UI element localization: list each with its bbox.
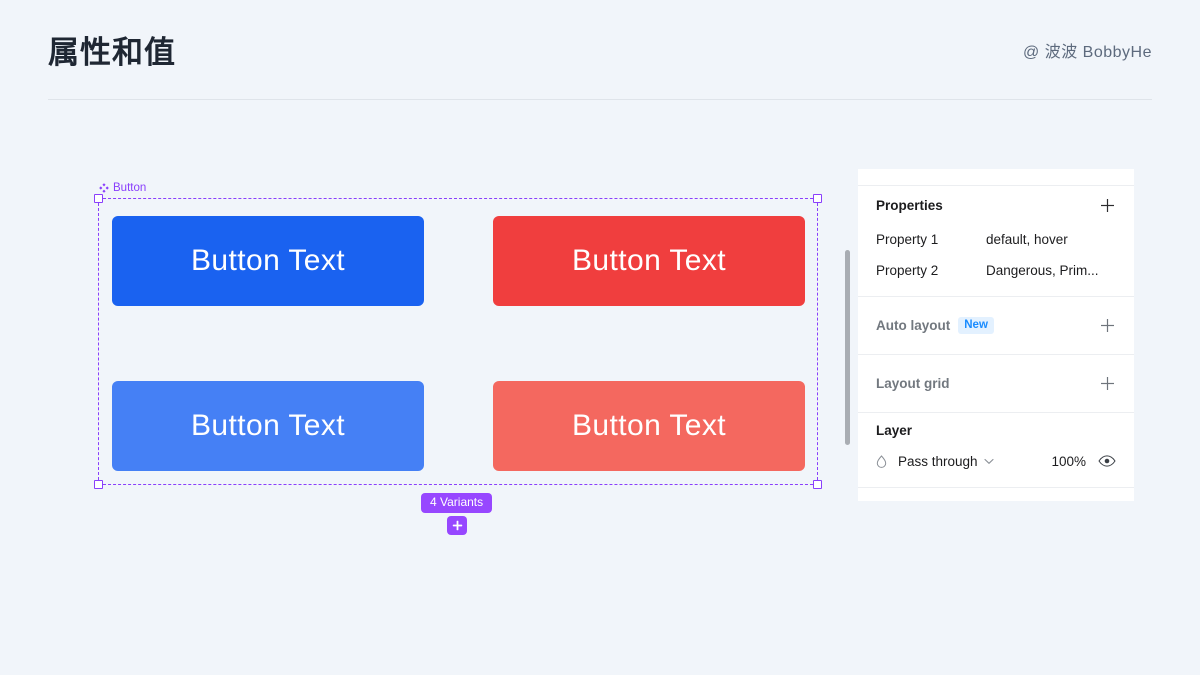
component-diamond-icon (99, 183, 109, 193)
layer-row: Pass through 100% (876, 447, 1116, 475)
add-variant-button[interactable] (447, 516, 467, 535)
layout-grid-section: Layout grid (858, 355, 1134, 413)
resize-handle-top-left[interactable] (94, 194, 103, 203)
resize-handle-bottom-left[interactable] (94, 480, 103, 489)
auto-layout-header: Auto layout New (876, 297, 1116, 354)
layer-title: Layer (876, 422, 913, 438)
add-property-button[interactable] (1098, 196, 1116, 214)
plus-icon (1100, 319, 1114, 332)
component-set-label[interactable]: Button (99, 182, 146, 194)
layer-controls: Pass through 100% (876, 447, 1116, 487)
page-title: 属性和值 (48, 35, 176, 70)
layer-header: Layer (876, 413, 1116, 447)
eye-icon[interactable] (1092, 455, 1116, 467)
panel-bottom-strip (858, 488, 1134, 501)
properties-section: Properties Property 1 default, hover Pro… (858, 186, 1134, 297)
layout-grid-header: Layout grid (876, 355, 1116, 412)
panel-top-strip (858, 169, 1134, 186)
opacity-value[interactable]: 100% (1051, 454, 1092, 469)
chevron-down-icon[interactable] (984, 458, 994, 465)
resize-handle-bottom-right[interactable] (813, 480, 822, 489)
property-name: Property 2 (876, 263, 939, 278)
page-header: 属性和值 @ 波波 BobbyHe (0, 0, 1200, 100)
variants-count-badge[interactable]: 4 Variants (421, 493, 493, 513)
layout-grid-title: Layout grid (876, 376, 950, 391)
properties-list: Property 1 default, hover Property 2 Dan… (876, 224, 1116, 296)
inspector-panel: Properties Property 1 default, hover Pro… (858, 169, 1134, 501)
blend-mode-value[interactable]: Pass through (898, 454, 978, 469)
author-credit: @ 波波 BobbyHe (1023, 44, 1152, 61)
property-row[interactable]: Property 1 default, hover (876, 224, 1116, 255)
add-layout-grid-button[interactable] (1098, 375, 1116, 393)
properties-header: Properties (876, 186, 1116, 224)
blend-mode-drop-icon (876, 454, 892, 468)
property-row[interactable]: Property 2 Dangerous, Prim... (876, 255, 1116, 286)
plus-icon (1100, 377, 1114, 390)
property-value: Dangerous, Prim... (986, 263, 1099, 278)
layer-section: Layer Pass through 100% (858, 413, 1134, 488)
auto-layout-title: Auto layout (876, 318, 951, 333)
auto-layout-section: Auto layout New (858, 297, 1134, 355)
resize-handle-top-right[interactable] (813, 194, 822, 203)
property-value: default, hover (986, 232, 1068, 247)
add-auto-layout-button[interactable] (1098, 317, 1116, 335)
component-set-selection-frame[interactable]: Button (94, 182, 822, 489)
property-name: Property 1 (876, 232, 939, 247)
new-badge: New (958, 317, 994, 334)
inspector-scrollbar[interactable] (845, 250, 850, 445)
properties-title: Properties (876, 197, 943, 213)
component-set-name: Button (113, 182, 147, 194)
plus-icon (452, 520, 462, 531)
plus-icon (1100, 198, 1114, 212)
